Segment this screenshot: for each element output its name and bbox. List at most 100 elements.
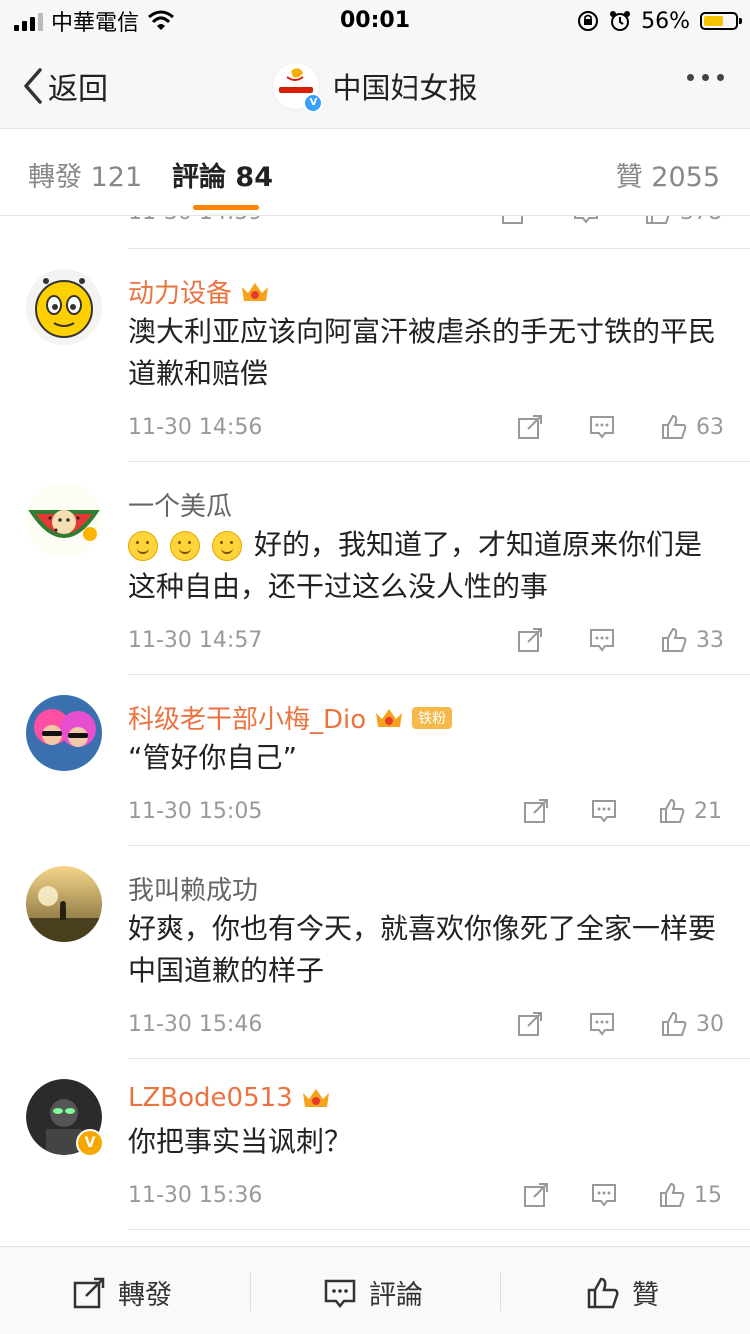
like-button[interactable]: 33	[660, 626, 724, 654]
battery-percent: 56%	[641, 8, 690, 34]
share-icon[interactable]	[516, 626, 544, 654]
thumbs-up-icon	[660, 798, 685, 823]
share-icon[interactable]	[500, 216, 528, 226]
comment-text: 好爽，你也有今天，就喜欢你像死了全家一样要中国道歉的样子	[128, 912, 717, 987]
author-name: 动力设备	[128, 279, 233, 309]
nav-bar: 返回 V 中国妇女报	[0, 44, 750, 128]
author-name: LZBode0513	[128, 1083, 293, 1113]
verified-icon: V	[76, 1129, 104, 1157]
comment-icon[interactable]	[590, 1181, 618, 1209]
tab-comment[interactable]: 評論 84	[172, 155, 273, 194]
like-button[interactable]: 15	[658, 1181, 722, 1209]
like-count: 30	[696, 1011, 724, 1037]
comment-icon[interactable]	[588, 413, 616, 441]
avatar-image	[26, 866, 102, 942]
comment-button[interactable]: 評論	[323, 1273, 423, 1312]
status-bar: 中華電信 00:01 56%	[0, 0, 750, 44]
comment-icon	[324, 1279, 356, 1308]
comment-list[interactable]: 11-30 14:59 378 动力设备	[0, 216, 750, 1246]
shush-emoji-icon	[128, 531, 158, 561]
comment-author[interactable]: 我叫赖成功	[128, 870, 258, 907]
avatar[interactable]	[26, 482, 102, 558]
comment-time: 11-30 15:36	[128, 1183, 263, 1208]
avatar[interactable]	[26, 866, 102, 942]
comment-author[interactable]: LZBode0513	[128, 1083, 331, 1113]
thumbs-up-icon	[660, 1182, 685, 1207]
like-count: 33	[696, 627, 724, 653]
like-count: 21	[694, 798, 722, 824]
status-right: 56%	[577, 8, 742, 34]
comment-text: “管好你自己”	[128, 741, 298, 774]
like-count: 15	[694, 1182, 722, 1208]
tab-repost[interactable]: 轉發 121	[28, 155, 142, 194]
comment-icon[interactable]	[588, 1010, 616, 1038]
author-name: 我叫赖成功	[128, 876, 259, 906]
active-tab-indicator	[193, 205, 259, 210]
thumbs-up-icon	[662, 414, 687, 439]
comment-item: V LZBode0513 你把事实当讽刺？ 11-30 15:36 15	[0, 1059, 750, 1229]
rotation-lock-icon	[578, 11, 599, 31]
author-name: 科级老干部小梅_Dio	[128, 705, 367, 735]
thumbs-up-icon	[662, 627, 687, 652]
nav-title: V 中国妇女报	[0, 62, 750, 113]
tab-bar: 轉發 121 評論 84 贊 2055	[0, 128, 750, 216]
comment-text: 你把事实当讽刺？	[128, 1125, 353, 1158]
alarm-icon	[610, 11, 631, 31]
vip-crown-icon	[302, 1089, 329, 1107]
avatar[interactable]	[26, 695, 102, 771]
comment-icon[interactable]	[590, 797, 618, 825]
comment-author[interactable]: 一个美瓜	[128, 486, 232, 523]
tab-comment-label: 評論	[172, 162, 226, 193]
comment-item: 一个美瓜 好的，我知道了，才知道原来你们是这种自由，还干过这么没人性的事 11-…	[0, 462, 750, 674]
page-title: 中国妇女报	[332, 71, 478, 105]
shush-emoji-icon	[170, 531, 200, 561]
comment-time: 11-30 15:05	[128, 799, 263, 824]
toolbar-separator	[250, 1271, 251, 1311]
thumbs-up-icon	[587, 1277, 619, 1308]
thumbs-up-icon	[646, 216, 670, 224]
fan-badge: 铁粉	[412, 706, 453, 729]
divider	[128, 1229, 750, 1230]
comment-label: 評論	[369, 1280, 423, 1311]
comment-author[interactable]: 动力设备	[128, 273, 270, 310]
vip-crown-icon	[376, 708, 403, 727]
share-icon	[73, 1277, 105, 1308]
repost-button[interactable]: 轉發	[72, 1273, 172, 1312]
avatar-image	[26, 695, 102, 771]
comment-author[interactable]: 科级老干部小梅_Dio 铁粉	[128, 699, 453, 736]
tab-like[interactable]: 贊 2055	[616, 155, 720, 194]
like-button[interactable]: 21	[658, 797, 722, 825]
more-button[interactable]	[687, 74, 724, 81]
tab-comment-count: 84	[235, 162, 273, 193]
verified-icon: V	[303, 93, 324, 113]
share-icon[interactable]	[522, 797, 550, 825]
like-button[interactable]: 30	[660, 1010, 724, 1038]
like-count: 63	[696, 414, 724, 440]
comment-time: 11-30 14:56	[128, 415, 263, 440]
account-logo[interactable]: V	[272, 62, 324, 113]
share-icon[interactable]	[516, 413, 544, 441]
comment-item: 我叫赖成功 好爽，你也有今天，就喜欢你像死了全家一样要中国道歉的样子 11-30…	[0, 846, 750, 1058]
share-icon[interactable]	[522, 1181, 550, 1209]
comment-item: 科级老干部小梅_Dio 铁粉 “管好你自己” 11-30 15:05 21	[0, 675, 750, 845]
avatar[interactable]: V	[26, 1079, 104, 1157]
comment-text: 好的，我知道了，才知道原来你们是这种自由，还干过这么没人性的事	[128, 524, 728, 608]
share-icon[interactable]	[516, 1010, 544, 1038]
like-button[interactable]: 63	[660, 413, 724, 441]
repost-label: 轉發	[118, 1280, 172, 1311]
comment-icon[interactable]	[572, 216, 600, 226]
comment-time: 11-30 14:59	[128, 216, 262, 225]
bottom-toolbar: 轉發 評論 贊	[0, 1246, 750, 1334]
comment-time: 11-30 15:46	[128, 1012, 263, 1037]
comment-icon[interactable]	[588, 626, 616, 654]
vip-crown-icon	[242, 282, 269, 301]
comment-time: 11-30 14:57	[128, 628, 263, 653]
like-button[interactable]: 贊	[586, 1273, 659, 1312]
avatar-image	[26, 482, 102, 558]
avatar[interactable]	[26, 269, 102, 345]
comment-item: 动力设备 澳大利亚应该向阿富汗被虐杀的手无寸铁的平民道歉和赔偿 11-30 14…	[0, 249, 750, 461]
toolbar-separator	[500, 1271, 501, 1311]
like-button[interactable]: 378	[644, 216, 722, 226]
avatar-image	[26, 269, 102, 345]
comment-text: 澳大利亚应该向阿富汗被虐杀的手无寸铁的平民道歉和赔偿	[128, 315, 717, 390]
